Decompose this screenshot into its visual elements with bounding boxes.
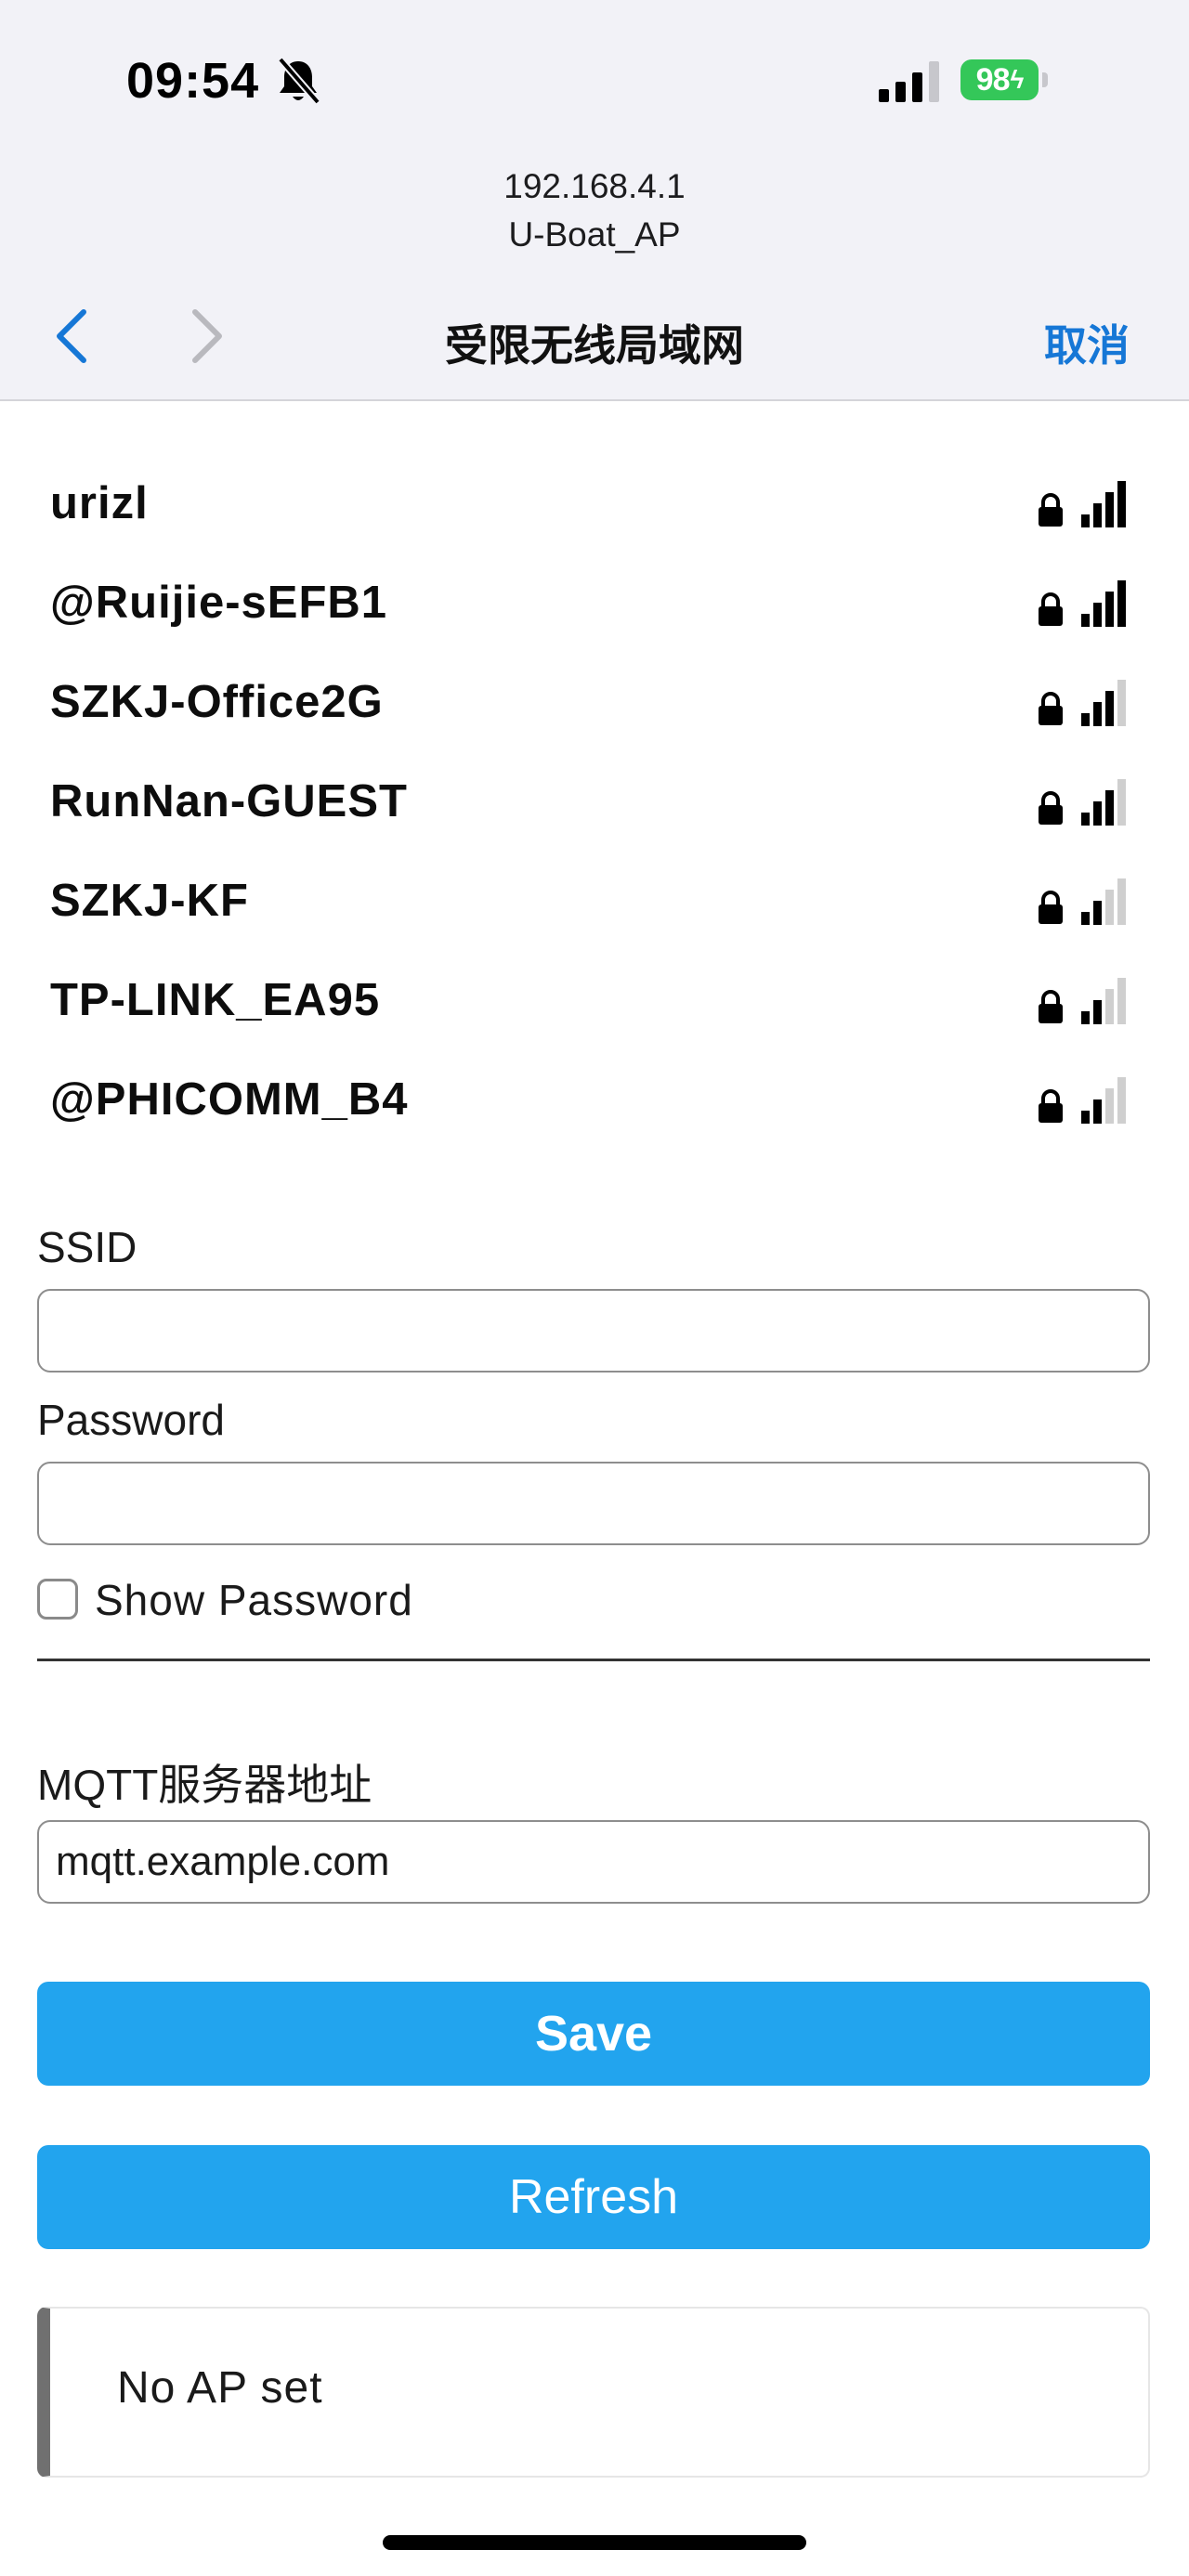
mqtt-label: MQTT服务器地址 bbox=[37, 1761, 372, 1809]
signal-bar bbox=[1105, 492, 1114, 527]
network-row[interactable]: SZKJ-Office2G bbox=[0, 654, 1189, 753]
signal-bar bbox=[1105, 592, 1114, 627]
network-name: RunNan-GUEST bbox=[50, 776, 408, 826]
signal-bar bbox=[1105, 1088, 1114, 1124]
signal-bar bbox=[1105, 691, 1114, 726]
signal-bar bbox=[1081, 813, 1090, 826]
bell-muted-icon bbox=[277, 57, 321, 105]
signal-bar bbox=[1117, 1077, 1126, 1124]
wifi-signal-icon bbox=[1081, 1077, 1126, 1124]
signal-bar bbox=[1117, 978, 1126, 1024]
page-host: 192.168.4.1 bbox=[503, 167, 686, 205]
signal-bar bbox=[1093, 1099, 1102, 1124]
password-input[interactable] bbox=[37, 1462, 1150, 1545]
ssid-label: SSID bbox=[37, 1223, 137, 1271]
nav-title: 受限无线局域网 bbox=[445, 321, 744, 370]
battery-indicator: 98 ϟ bbox=[960, 59, 1050, 100]
cancel-button[interactable]: 取消 bbox=[1044, 312, 1130, 373]
wifi-signal-icon bbox=[1081, 481, 1126, 527]
signal-bar bbox=[1081, 1111, 1090, 1124]
signal-bar bbox=[1081, 614, 1090, 627]
status-message: No AP set bbox=[117, 2363, 323, 2413]
form-divider bbox=[37, 1659, 1150, 1661]
signal-bar bbox=[1081, 912, 1090, 925]
password-label: Password bbox=[37, 1396, 225, 1444]
signal-bar bbox=[1093, 1000, 1102, 1024]
network-name: urizl bbox=[50, 478, 149, 528]
signal-bar bbox=[1117, 481, 1126, 527]
lock-icon bbox=[1039, 791, 1063, 825]
network-row[interactable]: TP-LINK_EA95 bbox=[0, 952, 1189, 1051]
battery-cap bbox=[1042, 72, 1048, 87]
signal-bar bbox=[1093, 801, 1102, 826]
signal-bar bbox=[1093, 901, 1102, 925]
ssid-input[interactable] bbox=[37, 1289, 1150, 1373]
signal-bar bbox=[1093, 603, 1102, 627]
lock-icon bbox=[1039, 990, 1063, 1023]
lock-icon bbox=[1039, 891, 1063, 924]
lock-icon bbox=[1039, 1089, 1063, 1123]
charging-bolt-icon: ϟ bbox=[1010, 65, 1025, 94]
wifi-signal-icon bbox=[1081, 580, 1126, 627]
signal-bar bbox=[1081, 713, 1090, 726]
signal-bar bbox=[1081, 1011, 1090, 1024]
lock-icon bbox=[1039, 592, 1063, 626]
browser-chrome: 09:54 98 ϟ 192.168.4.1 U-Boat_AP 受限无线局域网 … bbox=[0, 0, 1189, 401]
network-row[interactable]: @Ruijie-sEFB1 bbox=[0, 554, 1189, 654]
page-subtitle: U-Boat_AP bbox=[508, 215, 681, 254]
home-indicator[interactable] bbox=[383, 2535, 806, 2550]
mqtt-server-input[interactable] bbox=[37, 1820, 1150, 1904]
network-row[interactable]: SZKJ-KF bbox=[0, 852, 1189, 952]
battery-level: 98 ϟ bbox=[960, 59, 1039, 100]
lock-icon bbox=[1039, 493, 1063, 527]
signal-bar bbox=[1117, 580, 1126, 627]
network-row[interactable]: @PHICOMM_B4 bbox=[0, 1051, 1189, 1151]
show-password-checkbox[interactable] bbox=[37, 1579, 78, 1620]
network-row[interactable]: RunNan-GUEST bbox=[0, 753, 1189, 852]
network-list: urizl @Ruijie-sEFB1 SZKJ-Office2G RunNan-GU… bbox=[0, 455, 1189, 1151]
signal-bar bbox=[1105, 890, 1114, 925]
wifi-signal-icon bbox=[1081, 978, 1126, 1024]
signal-bar bbox=[1105, 790, 1114, 826]
network-row[interactable]: urizl bbox=[0, 455, 1189, 554]
signal-bar bbox=[1117, 680, 1126, 726]
refresh-button[interactable]: Refresh bbox=[37, 2145, 1150, 2249]
network-name: @PHICOMM_B4 bbox=[50, 1074, 409, 1125]
signal-bar bbox=[1093, 702, 1102, 726]
signal-bar bbox=[1081, 514, 1090, 527]
network-name: TP-LINK_EA95 bbox=[50, 975, 381, 1025]
signal-bar bbox=[1093, 503, 1102, 527]
signal-bar bbox=[1117, 878, 1126, 925]
signal-bar bbox=[1105, 989, 1114, 1024]
wifi-signal-icon bbox=[1081, 779, 1126, 826]
lock-icon bbox=[1039, 692, 1063, 725]
signal-bar bbox=[1117, 779, 1126, 826]
wifi-signal-icon bbox=[1081, 878, 1126, 925]
save-button[interactable]: Save bbox=[37, 1982, 1150, 2086]
status-message-box: No AP set bbox=[37, 2307, 1150, 2478]
network-name: @Ruijie-sEFB1 bbox=[50, 578, 388, 628]
cellular-signal-icon bbox=[879, 61, 939, 102]
network-name: SZKJ-Office2G bbox=[50, 677, 384, 727]
show-password-label[interactable]: Show Password bbox=[95, 1575, 413, 1625]
network-name: SZKJ-KF bbox=[50, 876, 249, 926]
wifi-signal-icon bbox=[1081, 680, 1126, 726]
status-time: 09:54 bbox=[126, 53, 260, 109]
